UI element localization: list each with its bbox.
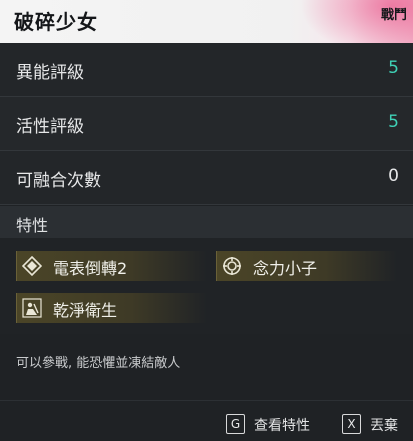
- item-description: 可以參戰, 能恐懼並凍結敵人: [16, 356, 181, 371]
- traits-heading-label: 特性: [16, 216, 49, 235]
- item-detail-panel: 破碎少女 戰鬥 異能評級 5 活性評級 5 可融合次數 0 特性 電表倒轉2 念…: [0, 0, 413, 441]
- cleaning-icon: [21, 297, 43, 319]
- trait-label: 念力小子: [253, 259, 318, 278]
- stat-label: 可融合次數: [16, 171, 101, 191]
- stat-row-activity-rating: 活性評級 5: [0, 97, 413, 151]
- trait-label: 電表倒轉2: [53, 259, 128, 278]
- trait-chip[interactable]: 念力小子: [216, 251, 397, 281]
- action-footer: G 查看特性 X 丟棄: [0, 400, 413, 441]
- stat-row-ability-rating: 異能評級 5: [0, 43, 413, 97]
- stat-label: 活性評級: [16, 117, 84, 137]
- traits-list: 電表倒轉2 念力小子 乾淨衛生: [0, 238, 413, 334]
- stat-value: 0: [388, 166, 399, 186]
- trait-chip[interactable]: 電表倒轉2: [16, 251, 207, 281]
- panel-header: 破碎少女 戰鬥: [0, 0, 413, 43]
- stat-label: 異能評級: [16, 63, 84, 83]
- discard-button[interactable]: 丟棄: [370, 415, 398, 435]
- item-title: 破碎少女: [14, 10, 98, 34]
- diamond-icon: [21, 255, 43, 277]
- g-key-icon: G: [226, 414, 245, 434]
- stat-value: 5: [388, 58, 399, 78]
- view-traits-button[interactable]: 查看特性: [254, 415, 310, 435]
- trait-chip[interactable]: 乾淨衛生: [16, 293, 207, 323]
- trait-label: 乾淨衛生: [53, 301, 118, 320]
- traits-heading: 特性: [0, 206, 413, 238]
- category-tag: 戰鬥: [380, 8, 407, 23]
- x-key-icon: X: [342, 414, 361, 434]
- target-icon: [221, 255, 243, 277]
- stat-row-fusion-count: 可融合次數 0: [0, 151, 413, 205]
- stat-value: 5: [388, 112, 399, 132]
